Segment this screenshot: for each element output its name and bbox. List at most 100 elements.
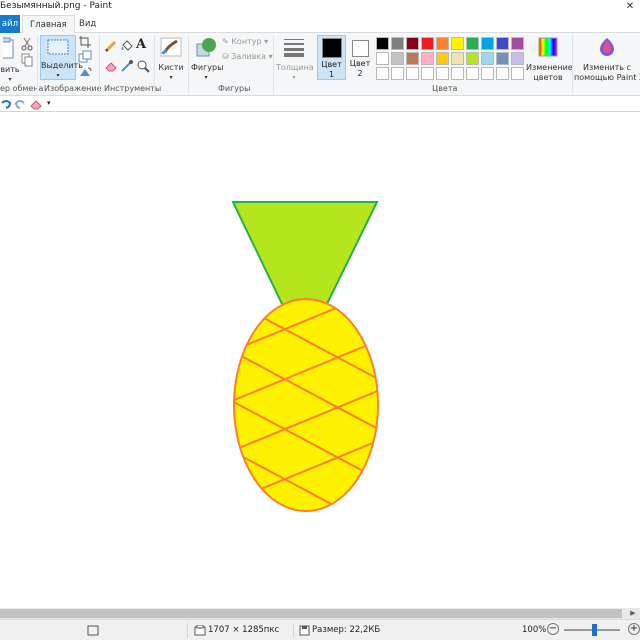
palette-swatch[interactable] — [481, 37, 494, 50]
ribbon-tabs: айл Главная Вид — [0, 15, 640, 34]
palette-swatch[interactable] — [436, 37, 449, 50]
zoom-slider-thumb[interactable] — [592, 624, 597, 636]
clipboard-icon — [0, 37, 14, 59]
edit-colors-button[interactable]: Изменение цветов — [526, 36, 573, 83]
palette-swatch[interactable] — [376, 37, 389, 50]
brush-icon — [160, 37, 182, 57]
paste-button[interactable]: вить ▾ — [0, 36, 20, 85]
tab-view[interactable]: Вид — [72, 15, 103, 33]
title-bar: Безымянный.png - Paint ✕ — [0, 0, 640, 15]
palette-swatch[interactable] — [391, 37, 404, 50]
fill-icon: ⛁ — [222, 52, 229, 61]
palette-swatch[interactable] — [376, 67, 389, 80]
status-bar: 1707 × 1285пкс Размер: 22,2КБ 100% − + — [0, 619, 640, 640]
edit-colors-label-line2: цветов — [533, 73, 563, 82]
palette-swatch[interactable] — [466, 52, 479, 65]
status-divider — [293, 623, 294, 638]
canvas-drawing — [231, 201, 379, 512]
palette-swatch[interactable] — [511, 67, 524, 80]
eraser-qat-icon[interactable] — [30, 98, 43, 110]
palette-swatch[interactable] — [421, 52, 434, 65]
palette-swatch[interactable] — [406, 37, 419, 50]
undo-icon[interactable] — [0, 98, 12, 110]
palette-swatch[interactable] — [376, 52, 389, 65]
group-divider — [37, 36, 38, 93]
paint3d-button[interactable]: Изменить с помощью Paint 3D — [574, 36, 640, 83]
color1-swatch — [321, 38, 342, 58]
paint3d-label-line2: помощью Paint 3D — [574, 73, 640, 82]
palette-swatch[interactable] — [511, 52, 524, 65]
cut-icon[interactable] — [20, 37, 34, 51]
palette-swatch[interactable] — [406, 67, 419, 80]
palette-swatch[interactable] — [496, 52, 509, 65]
zoom-out-button[interactable]: − — [547, 623, 559, 635]
fill-button[interactable]: ⛁ Заливка ▾ — [222, 52, 273, 61]
outline-label: Контур — [231, 37, 262, 46]
drawing-canvas[interactable] — [0, 113, 640, 608]
zoom-in-button[interactable]: + — [628, 623, 640, 635]
palette-swatch[interactable] — [451, 37, 464, 50]
window-title: Безымянный.png - Paint — [0, 1, 112, 11]
scrollbar-thumb[interactable] — [0, 609, 622, 618]
brushes-button[interactable]: Кисти ▾ — [156, 36, 186, 83]
outline-button[interactable]: ✎ Контур ▾ — [222, 37, 268, 46]
color2-button[interactable]: Цвет 2 — [347, 35, 373, 80]
eraser-icon[interactable] — [104, 59, 118, 73]
fill-label: Заливка — [231, 52, 267, 61]
palette-swatch[interactable] — [406, 52, 419, 65]
horizontal-scrollbar[interactable]: ▶ — [0, 608, 640, 619]
shapes-label: Фигуры — [191, 63, 224, 72]
paint-window: Безымянный.png - Paint ✕ айл Главная Вид… — [0, 0, 640, 640]
select-button[interactable]: Выделить ▾ — [40, 35, 83, 80]
thickness-label: Толщина — [276, 63, 314, 72]
color2-label: Цвет — [349, 59, 371, 68]
palette-swatch[interactable] — [451, 67, 464, 80]
color2-number: 2 — [357, 69, 363, 78]
palette-swatch[interactable] — [436, 67, 449, 80]
palette-swatch[interactable] — [421, 67, 434, 80]
palette-swatch[interactable] — [421, 37, 434, 50]
ribbon: вить ▾ ер обмена Выделить ▾ Изображение … — [0, 33, 640, 96]
palette-swatch[interactable] — [466, 67, 479, 80]
redo-icon[interactable] — [14, 98, 26, 110]
fill-bucket-icon[interactable] — [120, 39, 134, 53]
color1-button[interactable]: Цвет 1 — [317, 35, 346, 80]
color1-number: 1 — [328, 70, 335, 79]
copy-icon[interactable] — [20, 53, 34, 67]
shapes-button[interactable]: Фигуры ▾ — [191, 36, 224, 83]
group-divider — [154, 36, 155, 93]
palette-swatch[interactable] — [451, 52, 464, 65]
palette-swatch[interactable] — [511, 37, 524, 50]
thickness-button[interactable]: Толщина ▾ — [276, 36, 314, 83]
tab-file[interactable]: айл — [0, 15, 20, 33]
palette-swatch[interactable] — [391, 52, 404, 65]
tab-home[interactable]: Главная — [22, 15, 75, 34]
palette-swatch[interactable] — [496, 67, 509, 80]
zoom-level: 100% — [522, 625, 547, 635]
palette-swatch[interactable] — [481, 52, 494, 65]
palette-swatch[interactable] — [466, 37, 479, 50]
palette-swatch[interactable] — [391, 67, 404, 80]
save-disk-icon — [299, 625, 310, 636]
crop-icon[interactable] — [78, 35, 92, 49]
paint3d-icon — [600, 38, 614, 56]
customize-qat-icon[interactable]: ▾ — [47, 99, 51, 107]
palette-swatch[interactable] — [496, 37, 509, 50]
status-divider — [187, 623, 188, 638]
color-picker-icon[interactable] — [120, 59, 134, 73]
quick-access-toolbar: ▾ — [0, 96, 640, 112]
palette-swatch[interactable] — [436, 52, 449, 65]
scroll-right-arrow-icon[interactable]: ▶ — [626, 608, 640, 619]
rotate-icon[interactable] — [78, 65, 92, 79]
pencil-icon[interactable] — [104, 39, 118, 53]
color2-swatch — [351, 40, 369, 57]
palette-swatch[interactable] — [481, 67, 494, 80]
resize-icon[interactable] — [78, 50, 92, 64]
thickness-icon — [284, 39, 304, 57]
shapes-icon — [196, 38, 216, 57]
file-size: Размер: 22,2КБ — [312, 625, 381, 635]
magnifier-icon[interactable] — [136, 59, 150, 73]
close-button[interactable]: ✕ — [620, 0, 640, 15]
image-size-icon — [194, 625, 206, 636]
text-tool-icon[interactable]: A — [136, 38, 150, 52]
